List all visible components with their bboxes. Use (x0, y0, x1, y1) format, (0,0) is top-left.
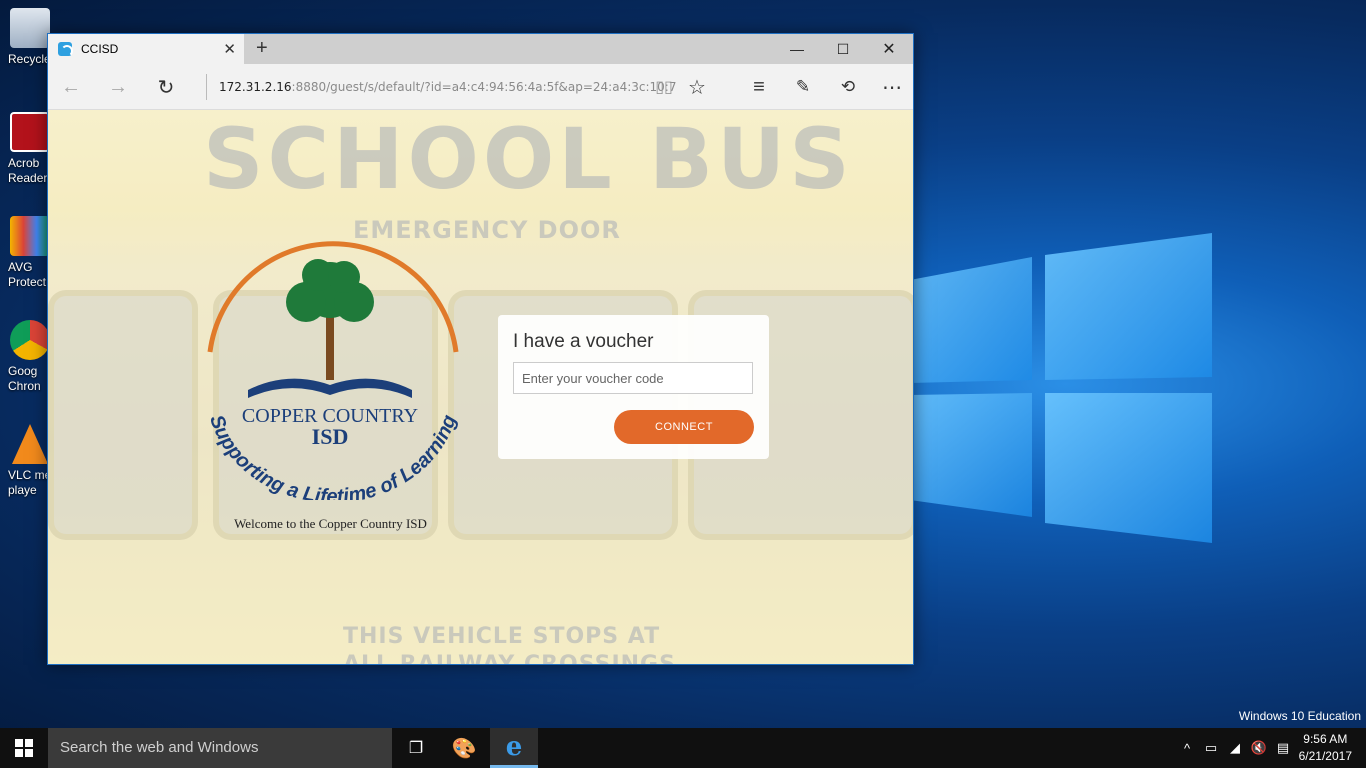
forward-arrow-icon[interactable]: → (103, 73, 133, 101)
minimize-icon[interactable]: — (774, 34, 820, 64)
volume-muted-icon[interactable]: 🔇 (1247, 740, 1271, 756)
address-bar[interactable]: 172.31.2.16:8880/guest/s/default/?id=a4:… (206, 74, 681, 100)
battery-icon[interactable]: ▭ (1199, 740, 1223, 756)
logo-name-line2: ISD (312, 424, 349, 449)
taskbar-clock[interactable]: 9:56 AM 6/21/2017 (1299, 731, 1352, 765)
more-icon[interactable]: ⋯ (877, 73, 907, 101)
reading-view-icon[interactable]: ▯▯ (649, 73, 679, 101)
clock-time: 9:56 AM (1303, 732, 1348, 746)
connect-button[interactable]: CONNECT (614, 410, 754, 444)
task-view-icon[interactable]: ❐ (392, 728, 440, 768)
avg-icon (10, 216, 50, 256)
ccisd-logo: COPPER COUNTRY ISD Supporting a Lifetime… (205, 241, 461, 500)
navigation-bar: ← → ↻ 172.31.2.16:8880/guest/s/default/?… (48, 64, 913, 110)
taskbar: Search the web and Windows ❐ 🎨 e ^ ▭ ◢ 🔇… (0, 728, 1366, 768)
welcome-text: Welcome to the Copper Country ISD (234, 516, 427, 531)
action-center-icon[interactable]: ▤ (1271, 740, 1295, 756)
captive-portal-page: SCHOOL BUS EMERGENCY DOOR THIS VEHICLE S… (48, 110, 913, 664)
browser-tab[interactable]: CCISD ✕ (48, 34, 244, 64)
voucher-code-input[interactable] (513, 362, 753, 394)
tab-bar: CCISD ✕ + — ☐ ✕ (48, 34, 913, 64)
favorites-star-icon[interactable]: ☆ (682, 73, 712, 101)
close-window-icon[interactable]: ✕ (866, 34, 912, 64)
taskbar-search-box[interactable]: Search the web and Windows (48, 728, 392, 768)
chrome-icon (10, 320, 50, 360)
vlc-icon (12, 424, 48, 464)
clock-date: 6/21/2017 (1298, 749, 1352, 763)
close-tab-icon[interactable]: ✕ (223, 40, 236, 58)
tab-title: CCISD (81, 42, 119, 56)
system-tray: ^ ▭ ◢ 🔇 ▤ (1175, 728, 1295, 768)
acrobat-icon (10, 112, 50, 152)
web-note-icon[interactable]: ✎ (788, 73, 818, 101)
hub-icon[interactable]: ≡ (744, 73, 774, 101)
maximize-icon[interactable]: ☐ (820, 34, 866, 64)
edge-taskbar-icon[interactable]: e (490, 728, 538, 768)
refresh-icon[interactable]: ↻ (151, 73, 181, 101)
windows-start-icon (15, 739, 33, 757)
wifi-icon[interactable]: ◢ (1223, 740, 1247, 756)
start-button[interactable] (0, 728, 48, 768)
new-tab-icon[interactable]: + (256, 37, 268, 60)
voucher-heading: I have a voucher (513, 331, 654, 352)
site-favicon-icon (58, 42, 73, 57)
edge-browser-window: CCISD ✕ + — ☐ ✕ ← → ↻ 172.31.2.16:8880/g… (47, 33, 914, 665)
windows-edition-watermark: Windows 10 Education (1238, 709, 1361, 723)
show-hidden-icons-chevron-icon[interactable]: ^ (1175, 741, 1199, 756)
recycle-bin-icon (10, 8, 50, 48)
page-overlay (48, 110, 913, 664)
windows-logo-wallpaper (910, 233, 1212, 543)
voucher-panel: I have a voucher CONNECT (498, 315, 769, 459)
share-icon[interactable]: ⟲ (833, 73, 863, 101)
back-arrow-icon[interactable]: ← (56, 73, 86, 101)
paint-app-icon[interactable]: 🎨 (440, 728, 488, 768)
